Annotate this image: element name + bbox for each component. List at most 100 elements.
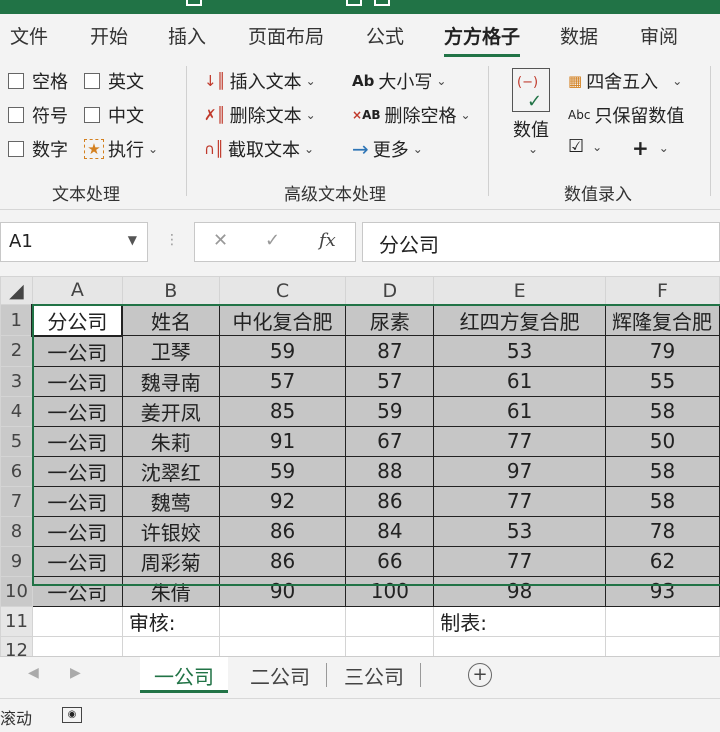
cell[interactable] [31,635,123,656]
cell[interactable]: 55 [604,365,720,397]
cell[interactable]: 58 [604,455,720,487]
cell[interactable]: 沈翠红 [121,455,220,487]
toolbar-icon[interactable] [186,0,202,6]
select-all-corner[interactable]: ◢ [0,276,33,305]
cell[interactable]: 98 [433,575,606,607]
cell[interactable]: 一公司 [31,575,123,607]
cell[interactable]: 59 [218,335,347,367]
add-sheet-icon[interactable]: + [468,663,492,687]
cell[interactable]: 一公司 [31,365,123,397]
cell[interactable]: 卫琴 [121,335,220,367]
cell[interactable] [345,605,435,637]
cell[interactable]: 审核: [121,605,220,637]
cell[interactable]: 周彩菊 [121,545,220,577]
fx-icon[interactable]: fx [319,230,336,251]
row-header[interactable]: 5 [0,425,33,457]
cell[interactable]: 59 [345,395,435,427]
cell-a1[interactable]: 分公司 [31,303,124,337]
cell[interactable] [121,635,220,656]
round-button[interactable]: ▦ 四舍五入 ⌄ [568,68,682,94]
column-header[interactable]: E [433,276,606,305]
toolbar-icon[interactable] [374,0,390,6]
column-header[interactable]: D [345,276,435,305]
english-checkbox[interactable]: 英文 [84,68,144,94]
cell[interactable] [433,635,606,656]
row-header[interactable]: 10 [0,575,33,607]
row-header[interactable]: 12 [0,635,33,656]
cell[interactable]: 90 [218,575,347,607]
cell[interactable]: 88 [345,455,435,487]
cell[interactable]: 魏莺 [121,485,220,517]
cell[interactable]: 77 [433,425,606,457]
cell[interactable]: 制表: [433,605,606,637]
cell[interactable]: 87 [345,335,435,367]
cell[interactable]: 一公司 [31,335,123,367]
tab-insert[interactable]: 插入 [168,22,206,49]
toolbar-icon[interactable] [346,0,362,6]
cell[interactable]: 一公司 [31,515,123,547]
extract-text-button[interactable]: ∩║ 截取文本 ⌄ [204,136,314,162]
cell[interactable]: 78 [604,515,720,547]
cell[interactable]: 66 [345,545,435,577]
tab-page-layout[interactable]: 页面布局 [248,22,324,49]
column-header[interactable]: A [31,276,123,305]
cell[interactable] [218,635,347,656]
cell[interactable] [345,635,435,656]
keep-value-button[interactable]: Abc 只保留数值 [568,102,684,128]
next-sheet-arrow-icon[interactable]: ▶ [70,665,81,681]
chevron-down-icon[interactable]: ▼ [128,233,137,247]
column-header[interactable]: C [218,276,347,305]
cell[interactable]: 53 [433,335,606,367]
column-header[interactable]: B [121,276,220,305]
cell[interactable]: 77 [433,485,606,517]
cell[interactable] [604,635,720,656]
cell[interactable]: 97 [433,455,606,487]
cell[interactable]: 57 [218,365,347,397]
row-header[interactable]: 7 [0,485,33,517]
cell[interactable]: 一公司 [31,485,123,517]
cell[interactable]: 红四方复合肥 [433,304,606,336]
cell[interactable]: 86 [345,485,435,517]
sheet-tab-2[interactable]: 二公司 [236,657,324,693]
cell[interactable]: 61 [433,395,606,427]
tab-fangfang-gezi[interactable]: 方方格子 [444,22,521,57]
cell[interactable]: 92 [218,485,347,517]
cell[interactable]: 57 [345,365,435,397]
symbol-checkbox[interactable]: 符号 [8,102,68,128]
cell[interactable]: 姓名 [121,304,220,336]
row-header[interactable]: 8 [0,515,33,547]
row-header[interactable]: 2 [0,335,33,367]
cell[interactable]: 93 [604,575,720,607]
cell[interactable]: 中化复合肥 [218,304,347,336]
cell-table[interactable]: ◢ A B C D E F 1 分公司 姓名 中化复合肥 尿素 红四方复合肥 辉… [0,276,720,656]
cell[interactable]: 100 [345,575,435,607]
column-header[interactable]: F [604,276,720,305]
delete-text-button[interactable]: ✗║ 删除文本 ⌄ [204,102,316,128]
cell[interactable]: 一公司 [31,395,123,427]
chinese-checkbox[interactable]: 中文 [84,102,144,128]
number-button[interactable]: (−) ✓ 数值 ⌄ [512,68,550,156]
cancel-icon[interactable]: ✕ [213,230,228,251]
execute-button[interactable]: ★ 执行 ⌄ [84,136,158,162]
sheet-tab-1[interactable]: 一公司 [140,657,228,693]
cell[interactable]: 尿素 [345,304,435,336]
cell[interactable]: 58 [604,395,720,427]
cell[interactable]: 朱倩 [121,575,220,607]
cell[interactable]: 86 [218,545,347,577]
confirm-icon[interactable]: ✓ [265,230,280,251]
cell[interactable]: 62 [604,545,720,577]
cell[interactable]: 59 [218,455,347,487]
cell[interactable]: 一公司 [31,545,123,577]
cell[interactable]: 91 [218,425,347,457]
cell[interactable]: 61 [433,365,606,397]
macro-record-icon[interactable]: ◉ [62,707,82,723]
cell[interactable]: 魏寻南 [121,365,220,397]
cell[interactable] [218,605,347,637]
cell[interactable]: 朱莉 [121,425,220,457]
tab-review[interactable]: 审阅 [640,22,678,49]
row-header[interactable]: 1 [0,304,33,336]
space-checkbox[interactable]: 空格 [8,68,68,94]
case-button[interactable]: Ab 大小写 ⌄ [352,68,446,94]
cell[interactable]: 77 [433,545,606,577]
row-header[interactable]: 9 [0,545,33,577]
